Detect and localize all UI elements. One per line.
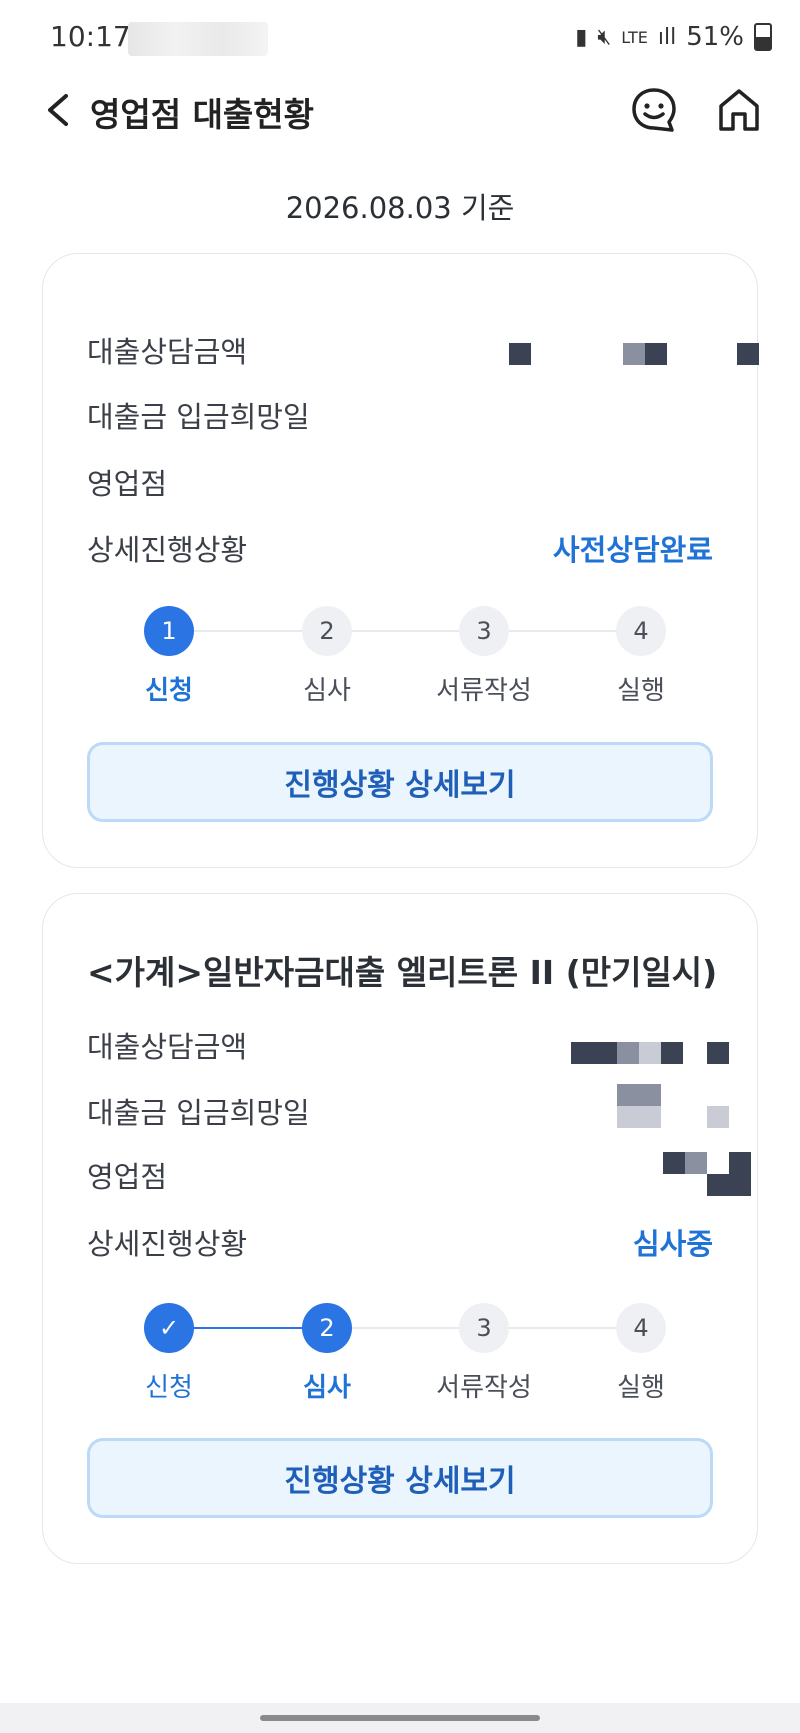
step-documents: 3 서류작성: [424, 1303, 544, 1404]
status-row: 상세진행상황 사전상담완료: [87, 527, 713, 567]
masked-value: [623, 343, 645, 365]
masked-value: [617, 1106, 661, 1128]
progress-line: [169, 630, 641, 632]
masked-value: [707, 1042, 729, 1064]
masked-value: [707, 1106, 729, 1128]
masked-value: [737, 343, 759, 365]
amount-row: 대출상담금액: [87, 1024, 729, 1064]
notification-blur: [128, 22, 268, 56]
masked-value: [729, 1152, 751, 1174]
product-name: <가계>일반자금대출 엘리트론 II (만기일시): [87, 953, 718, 992]
step-circle: 2: [302, 1303, 352, 1353]
masked-value: [685, 1152, 707, 1174]
masked-value: [617, 1042, 639, 1064]
step-circle: 2: [302, 606, 352, 656]
step-circle: 4: [616, 606, 666, 656]
step-circle: 3: [459, 606, 509, 656]
masked-value: [663, 1152, 685, 1174]
date-row: 대출금 입금희망일: [87, 1084, 729, 1130]
back-button[interactable]: [40, 88, 80, 132]
branch-row: 영업점: [87, 461, 713, 501]
step-label: 실행: [617, 676, 665, 706]
amount-label: 대출상담금액: [87, 1030, 248, 1064]
date-label: 대출금 입금희망일: [87, 400, 310, 434]
step-label: 신청: [145, 676, 193, 706]
progress-steps: ✓ 신청 2 심사 3 서류작성 4 실행: [87, 1303, 713, 1413]
signal-icon: ıll: [657, 24, 677, 50]
page-title: 영업점 대출현황: [90, 95, 315, 134]
step-review: 2 심사: [267, 1303, 387, 1404]
amount-row: 대출상담금액: [87, 329, 759, 369]
home-gesture-handle[interactable]: [260, 1715, 540, 1721]
loan-card-1: 대출상담금액 대출금 입금희망일 영업점 상세진행상황 사전상담완료 1 신청 …: [42, 253, 759, 868]
progress-detail-button[interactable]: 진행상황 상세보기: [87, 1438, 713, 1518]
step-label: 서류작성: [436, 676, 532, 706]
battery-saver-icon: ▮: [575, 24, 588, 50]
masked-value: [571, 1042, 617, 1064]
status-icons: ▮ 🔇︎ LTE ıll 51%: [575, 22, 772, 52]
loan-card-2: <가계>일반자금대출 엘리트론 II (만기일시) 대출상담금액 대출금 입금희…: [42, 893, 758, 1564]
app-header: 영업점 대출현황: [0, 80, 800, 140]
chevron-left-icon: [48, 94, 68, 126]
branch-label: 영업점: [87, 467, 168, 501]
status-time: 10:17: [50, 20, 131, 53]
step-label: 심사: [303, 1373, 351, 1403]
chatbot-button[interactable]: [630, 86, 678, 138]
masked-value: [509, 343, 531, 365]
date-label: 대출금 입금희망일: [87, 1096, 310, 1130]
status-row: 상세진행상황 심사중: [87, 1221, 713, 1261]
step-label: 심사: [303, 676, 351, 706]
branch-label: 영업점: [87, 1160, 168, 1194]
status-value: 심사중: [632, 1227, 713, 1261]
step-apply: 1 신청: [109, 606, 229, 707]
status-value: 사전상담완료: [552, 533, 713, 567]
step-circle: 4: [616, 1303, 666, 1353]
step-label: 신청: [145, 1373, 193, 1403]
chat-bot-icon: [632, 88, 676, 132]
step-execute: 4 실행: [581, 606, 701, 707]
battery-percent: 51%: [686, 22, 744, 52]
masked-value: [639, 1042, 661, 1064]
step-label: 서류작성: [436, 1373, 532, 1403]
masked-value: [661, 1042, 683, 1064]
system-nav-bar: [0, 1703, 800, 1733]
masked-value: [617, 1084, 661, 1106]
step-execute: 4 실행: [581, 1303, 701, 1404]
step-documents: 3 서류작성: [424, 606, 544, 707]
branch-row: 영업점: [87, 1152, 751, 1196]
home-icon: [719, 89, 759, 131]
progress-detail-button[interactable]: 진행상황 상세보기: [87, 742, 713, 822]
step-circle: 1: [144, 606, 194, 656]
date-row: 대출금 입금희망일: [87, 394, 713, 434]
progress-steps: 1 신청 2 심사 3 서류작성 4 실행: [87, 606, 713, 716]
masked-value: [707, 1174, 751, 1196]
amount-label: 대출상담금액: [87, 335, 248, 369]
home-button[interactable]: [716, 86, 762, 138]
step-circle: 3: [459, 1303, 509, 1353]
mute-icon: 🔇︎: [597, 24, 612, 50]
step-apply: ✓ 신청: [109, 1303, 229, 1404]
status-label: 상세진행상황: [87, 1227, 248, 1261]
masked-value: [645, 343, 667, 365]
status-bar: 10:17 ▮ 🔇︎ LTE ıll 51%: [0, 0, 800, 78]
battery-icon: [754, 23, 772, 51]
network-label: LTE: [621, 27, 648, 47]
basis-date: 2026.08.03 기준: [285, 191, 515, 225]
step-review: 2 심사: [267, 606, 387, 707]
step-label: 실행: [617, 1373, 665, 1403]
status-label: 상세진행상황: [87, 533, 248, 567]
check-icon: ✓: [144, 1303, 194, 1353]
